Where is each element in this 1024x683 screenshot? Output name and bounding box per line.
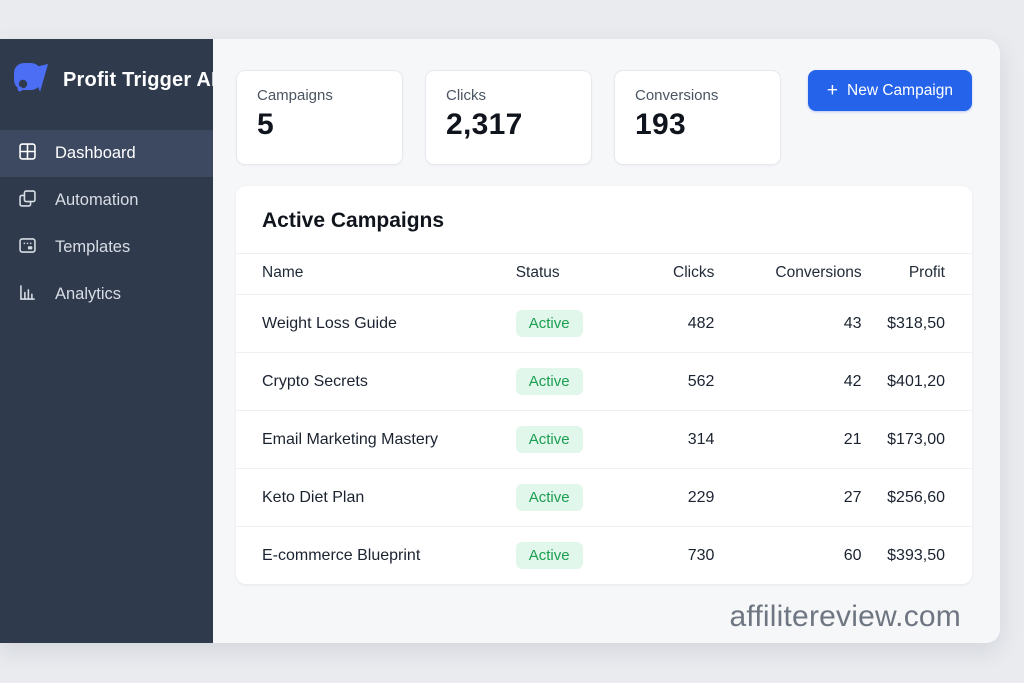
sidebar-item-label: Analytics bbox=[55, 285, 121, 304]
campaign-table-body: Weight Loss Guide Active 482 43 $318,50 … bbox=[236, 295, 972, 585]
column-header-name: Name bbox=[236, 254, 516, 295]
campaign-conversions: 60 bbox=[714, 527, 861, 585]
column-header-profit: Profit bbox=[862, 254, 972, 295]
campaign-clicks: 562 bbox=[611, 353, 714, 411]
sidebar-nav: Dashboard Automation bbox=[0, 130, 213, 318]
campaign-profit: $256,60 bbox=[862, 469, 972, 527]
stat-value: 5 bbox=[257, 108, 382, 142]
stat-label: Clicks bbox=[446, 87, 571, 104]
app-title: Profit Trigger AI bbox=[63, 69, 217, 92]
sidebar-item-dashboard[interactable]: Dashboard bbox=[0, 130, 213, 177]
sidebar-item-automation[interactable]: Automation bbox=[0, 177, 213, 224]
table-row: Crypto Secrets Active 562 42 $401,20 bbox=[236, 353, 972, 411]
campaign-conversions: 42 bbox=[714, 353, 861, 411]
column-header-status: Status bbox=[516, 254, 612, 295]
active-campaigns-card: Active Campaigns Name Status Clicks Conv… bbox=[236, 186, 972, 584]
status-badge: Active bbox=[516, 310, 583, 337]
status-badge: Active bbox=[516, 368, 583, 395]
status-badge: Active bbox=[516, 542, 583, 569]
bar-chart-icon bbox=[17, 282, 38, 308]
campaign-name: E-commerce Blueprint bbox=[236, 527, 516, 585]
stat-card-campaigns: Campaigns 5 bbox=[236, 70, 403, 165]
sidebar-item-analytics[interactable]: Analytics bbox=[0, 271, 213, 318]
campaign-clicks: 730 bbox=[611, 527, 714, 585]
campaign-conversions: 21 bbox=[714, 411, 861, 469]
stat-card-clicks: Clicks 2,317 bbox=[425, 70, 592, 165]
campaign-name: Email Marketing Mastery bbox=[236, 411, 516, 469]
plus-icon: + bbox=[827, 81, 838, 100]
main-content: Campaigns 5 Clicks 2,317 Conversions 193… bbox=[213, 39, 1000, 643]
campaign-name: Weight Loss Guide bbox=[236, 295, 516, 353]
status-badge: Active bbox=[516, 484, 583, 511]
campaign-clicks: 314 bbox=[611, 411, 714, 469]
sidebar-item-templates[interactable]: Templates bbox=[0, 224, 213, 271]
new-campaign-button[interactable]: + New Campaign bbox=[808, 70, 972, 111]
sidebar-item-label: Templates bbox=[55, 238, 130, 257]
sidebar-item-label: Automation bbox=[55, 191, 138, 210]
sidebar: Profit Trigger AI Dashboard bbox=[0, 39, 213, 643]
templates-card-icon bbox=[17, 235, 38, 261]
table-title: Active Campaigns bbox=[236, 186, 972, 253]
campaign-status-cell: Active bbox=[516, 411, 612, 469]
column-header-conversions: Conversions bbox=[714, 254, 861, 295]
stat-card-conversions: Conversions 193 bbox=[614, 70, 781, 165]
app-window: Profit Trigger AI Dashboard bbox=[0, 39, 1000, 643]
table-row: Weight Loss Guide Active 482 43 $318,50 bbox=[236, 295, 972, 353]
campaign-status-cell: Active bbox=[516, 295, 612, 353]
campaigns-table: Name Status Clicks Conversions Profit We… bbox=[236, 253, 972, 584]
table-row: Keto Diet Plan Active 229 27 $256,60 bbox=[236, 469, 972, 527]
campaign-conversions: 27 bbox=[714, 469, 861, 527]
stat-label: Conversions bbox=[635, 87, 760, 104]
campaign-status-cell: Active bbox=[516, 353, 612, 411]
campaign-clicks: 229 bbox=[611, 469, 714, 527]
new-campaign-button-label: New Campaign bbox=[847, 82, 953, 100]
status-badge: Active bbox=[516, 426, 583, 453]
stat-value: 2,317 bbox=[446, 108, 571, 142]
table-row: E-commerce Blueprint Active 730 60 $393,… bbox=[236, 527, 972, 585]
brand: Profit Trigger AI bbox=[0, 39, 213, 124]
campaign-profit: $318,50 bbox=[862, 295, 972, 353]
campaign-profit: $173,00 bbox=[862, 411, 972, 469]
campaign-status-cell: Active bbox=[516, 527, 612, 585]
stats-row: Campaigns 5 Clicks 2,317 Conversions 193… bbox=[236, 70, 972, 165]
sidebar-item-label: Dashboard bbox=[55, 144, 136, 163]
campaign-profit: $393,50 bbox=[862, 527, 972, 585]
table-row: Email Marketing Mastery Active 314 21 $1… bbox=[236, 411, 972, 469]
table-header-row: Name Status Clicks Conversions Profit bbox=[236, 254, 972, 295]
campaign-name: Crypto Secrets bbox=[236, 353, 516, 411]
campaign-status-cell: Active bbox=[516, 469, 612, 527]
watermark-text: affilitereview.com bbox=[236, 600, 972, 634]
stat-value: 193 bbox=[635, 108, 760, 142]
campaign-clicks: 482 bbox=[611, 295, 714, 353]
dashboard-grid-icon bbox=[17, 141, 38, 167]
campaign-name: Keto Diet Plan bbox=[236, 469, 516, 527]
campaign-conversions: 43 bbox=[714, 295, 861, 353]
app-logo-icon bbox=[12, 59, 50, 102]
campaign-profit: $401,20 bbox=[862, 353, 972, 411]
stat-label: Campaigns bbox=[257, 87, 382, 104]
automation-copy-icon bbox=[17, 188, 38, 214]
column-header-clicks: Clicks bbox=[611, 254, 714, 295]
